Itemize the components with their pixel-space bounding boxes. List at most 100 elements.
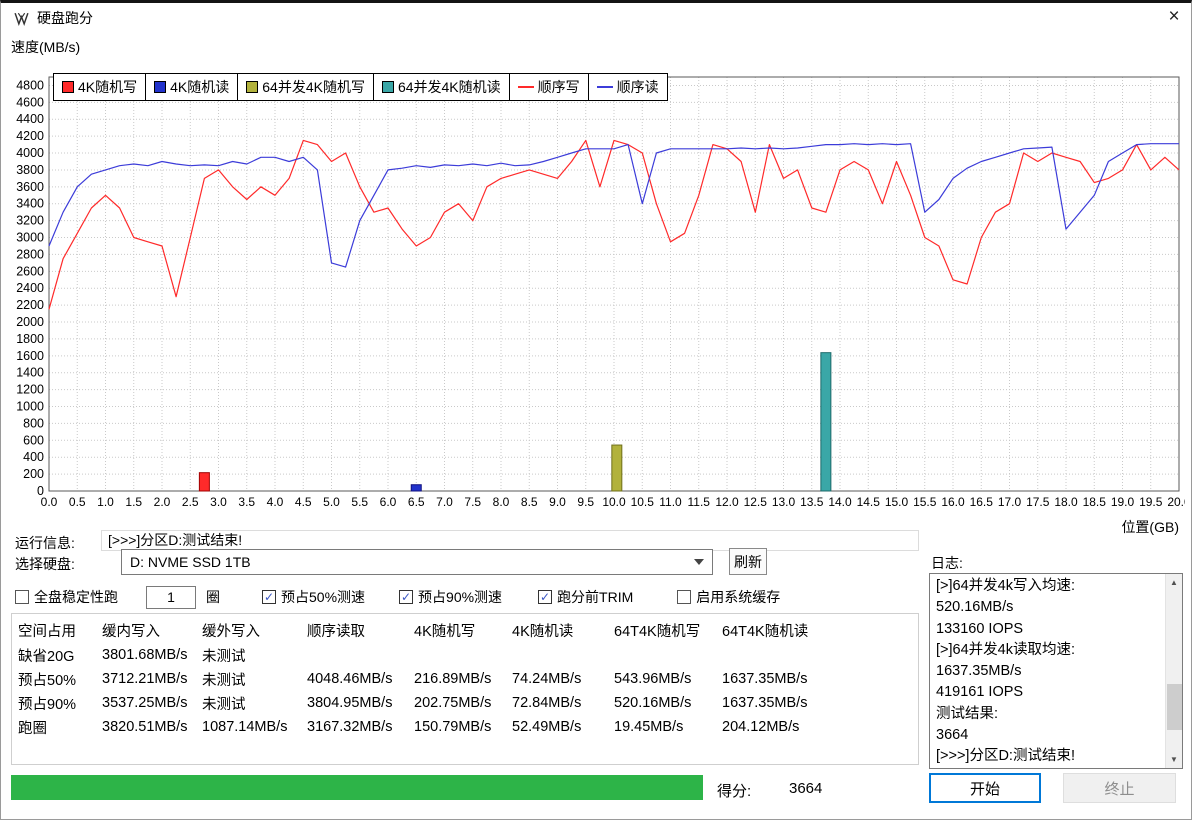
svg-text:4800: 4800 [16, 78, 44, 92]
column-header: 4K随机写 [414, 623, 476, 640]
svg-text:3.0: 3.0 [210, 495, 227, 509]
option-pre50[interactable]: ✓ 预占50%测速 [262, 587, 365, 607]
refresh-button[interactable]: 刷新 [729, 548, 767, 575]
table-cell: 3537.25MB/s [102, 695, 188, 711]
svg-text:15.0: 15.0 [885, 495, 909, 509]
svg-text:800: 800 [23, 416, 44, 430]
legend-swatch [246, 81, 259, 93]
option-pre90-label: 预占90%测速 [418, 589, 503, 605]
table-cell: 1637.35MB/s [722, 695, 808, 711]
svg-text:8.0: 8.0 [493, 495, 510, 509]
legend-label: 4K随机读 [170, 79, 230, 95]
svg-text:3000: 3000 [16, 231, 44, 245]
svg-text:3600: 3600 [16, 180, 44, 194]
log-line: 133160 IOPS [936, 620, 1024, 637]
svg-text:17.0: 17.0 [998, 495, 1022, 509]
checkbox-pre50[interactable]: ✓ [262, 590, 276, 604]
log-line: 3664 [936, 727, 969, 744]
scrollbar-thumb[interactable] [1167, 684, 1182, 730]
svg-text:6.5: 6.5 [408, 495, 425, 509]
column-header: 空间占用 [18, 623, 76, 640]
svg-text:1600: 1600 [16, 349, 44, 363]
column-header: 4K随机读 [512, 623, 574, 640]
svg-text:14.5: 14.5 [857, 495, 881, 509]
log-line: 520.16MB/s [936, 599, 1014, 616]
column-header: 64T4K随机写 [614, 623, 701, 640]
log-lines: [>]64并发4k写入均速: 520.16MB/s 133160 IOPS [>]64… [930, 574, 1182, 768]
svg-text:2.5: 2.5 [182, 495, 199, 509]
svg-text:10.0: 10.0 [602, 495, 626, 509]
option-pre90[interactable]: ✓ 预占90%测速 [399, 587, 502, 607]
svg-text:6.0: 6.0 [380, 495, 397, 509]
option-pre50-label: 预占50%测速 [281, 589, 366, 605]
legend-swatch [596, 86, 613, 88]
table-cell: 202.75MB/s [414, 695, 492, 711]
chevron-down-icon [694, 559, 704, 565]
scroll-up-icon[interactable]: ▲ [1166, 574, 1182, 591]
results-table: 空间占用 缓内写入 缓外写入 顺序读取 4K随机写 4K随机读 64T4K随机写 64T4K随… [11, 613, 919, 765]
legend-item: 64并发4K随机写 [238, 74, 374, 100]
log-line: 1637.35MB/s [936, 663, 1022, 680]
option-full-stability[interactable]: 全盘稳定性跑 [15, 587, 118, 607]
svg-text:9.0: 9.0 [549, 495, 566, 509]
option-trim[interactable]: ✓ 跑分前TRIM [538, 587, 633, 607]
stop-button[interactable]: 终止 [1063, 773, 1176, 803]
table-cell: 216.89MB/s [414, 671, 492, 687]
table-cell: 未测试 [202, 648, 246, 665]
svg-text:200: 200 [23, 467, 44, 481]
legend-item: 64并发4K随机读 [374, 74, 510, 100]
scroll-down-icon[interactable]: ▼ [1166, 751, 1182, 768]
table-cell: 3820.51MB/s [102, 719, 188, 735]
svg-text:2400: 2400 [16, 281, 44, 295]
table-cell: 缺省20G [18, 648, 75, 665]
svg-text:4.0: 4.0 [267, 495, 284, 509]
checkbox-pre90[interactable]: ✓ [399, 590, 414, 604]
svg-text:3400: 3400 [16, 197, 44, 211]
svg-text:12.0: 12.0 [715, 495, 739, 509]
svg-text:14.0: 14.0 [828, 495, 852, 509]
table-cell: 跑圈 [18, 720, 47, 737]
svg-text:2.0: 2.0 [154, 495, 171, 509]
table-row: 预占90% 3537.25MB/s 未测试 3804.95MB/s 202.75MB/s… [12, 691, 918, 715]
log-scrollbar[interactable]: ▲ ▼ [1165, 574, 1182, 768]
loops-unit-label: 圈 [206, 589, 220, 605]
start-button[interactable]: 开始 [929, 773, 1041, 803]
score-value: 3664 [789, 780, 823, 797]
table-cell: 1637.35MB/s [722, 671, 808, 687]
table-cell: 19.45MB/s [614, 719, 684, 735]
svg-text:1000: 1000 [16, 400, 44, 414]
disk-combobox[interactable]: D: NVME SSD 1TB [121, 549, 713, 575]
svg-text:10.5: 10.5 [631, 495, 655, 509]
log-panel[interactable]: [>]64并发4k写入均速: 520.16MB/s 133160 IOPS [>]64… [929, 573, 1183, 769]
window-title: 硬盘跑分 [37, 10, 93, 26]
svg-text:15.5: 15.5 [913, 495, 937, 509]
checkbox-trim[interactable]: ✓ [538, 590, 553, 604]
x-axis-title: 位置(GB) [1121, 519, 1179, 535]
svg-text:5.5: 5.5 [351, 495, 368, 509]
svg-text:8.5: 8.5 [521, 495, 538, 509]
svg-text:18.5: 18.5 [1083, 495, 1107, 509]
log-line: 测试结果: [936, 705, 999, 722]
table-header-row: 空间占用 缓内写入 缓外写入 顺序读取 4K随机写 4K随机读 64T4K随机写 64T4K随… [12, 617, 918, 643]
table-cell: 未测试 [202, 672, 246, 689]
svg-text:3.5: 3.5 [238, 495, 255, 509]
table-cell: 52.49MB/s [512, 719, 582, 735]
table-cell: 4048.46MB/s [307, 671, 393, 687]
svg-text:1400: 1400 [16, 366, 44, 380]
close-icon[interactable]: × [1157, 3, 1191, 33]
legend-swatch [381, 81, 394, 93]
svg-text:4000: 4000 [16, 146, 44, 160]
checkbox-syscache[interactable] [677, 590, 692, 604]
table-cell: 3712.21MB/s [102, 671, 188, 687]
svg-text:0.0: 0.0 [41, 495, 58, 509]
checkbox-full-stability[interactable] [15, 590, 29, 604]
option-syscache[interactable]: 启用系统缓存 [677, 587, 780, 607]
table-cell: 预占90% [18, 696, 77, 713]
svg-text:17.5: 17.5 [1026, 495, 1050, 509]
legend-item: 顺序写 [510, 74, 589, 100]
svg-text:1.0: 1.0 [97, 495, 114, 509]
table-row: 预占50% 3712.21MB/s 未测试 4048.46MB/s 216.89MB/s… [12, 667, 918, 691]
option-syscache-label: 启用系统缓存 [696, 589, 781, 605]
loops-input[interactable] [146, 585, 196, 609]
legend-label: 顺序读 [616, 79, 659, 95]
